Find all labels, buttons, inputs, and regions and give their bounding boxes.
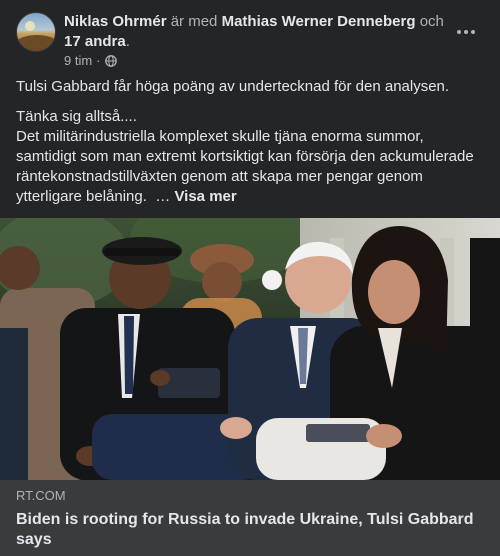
link-domain: RT.COM [16,488,66,503]
cap-brim [104,248,180,256]
dot-2 [464,30,468,34]
background-shirt [0,328,28,480]
avatar-sun [25,21,35,31]
link-preview-image[interactable] [0,218,500,480]
folder-woman [306,424,370,442]
with-text: är med [170,13,218,30]
post-line-2: Tänka sig alltså.... [16,108,137,125]
hands-woman [366,424,402,448]
headphones [262,270,282,290]
link-preview-card[interactable]: RT.COM Biden is rooting for Russia to in… [0,480,500,556]
dot-3 [471,30,475,34]
post-meta: 9 tim · [64,53,117,69]
post-text: Tulsi Gabbard får höga poäng av undertec… [16,77,486,217]
face-woman-right [368,260,420,324]
post-ellipsis: … [155,188,171,205]
more-horizontal-icon[interactable] [456,22,476,42]
meta-separator: · [96,53,101,68]
background-head-woman [202,262,242,302]
post-author-line: Niklas Ohrmér är med Mathias Werner Denn… [64,12,444,52]
feed-post: Niklas Ohrmér är med Mathias Werner Denn… [0,0,500,556]
period: . [125,33,130,50]
post-time[interactable]: 9 tim [64,53,92,69]
author-avatar[interactable] [16,12,56,52]
post-paragraph-2: Tänka sig alltså.... Det militärindustri… [16,107,486,207]
tagged-others[interactable]: 17 andra [64,33,126,50]
see-more-link[interactable]: Visa mer [174,188,236,205]
hand [150,370,170,386]
post-paragraph-1: Tulsi Gabbard får höga poäng av undertec… [16,78,450,95]
tagged-person[interactable]: Mathias Werner Denneberg [222,13,416,30]
photo-illustration [0,218,500,480]
link-title[interactable]: Biden is rooting for Russia to invade Uk… [16,510,484,550]
and-text: och [419,13,444,30]
globe-icon[interactable] [104,55,117,67]
post-header: Niklas Ohrmér är med Mathias Werner Denn… [0,0,500,72]
post-line-3: Det militärindustriella komplexet skulle… [16,128,474,205]
dot-1 [457,30,461,34]
author-name[interactable]: Niklas Ohrmér [64,13,167,30]
avatar-hill [17,35,55,51]
hand-center [220,417,252,439]
tie [124,316,134,394]
